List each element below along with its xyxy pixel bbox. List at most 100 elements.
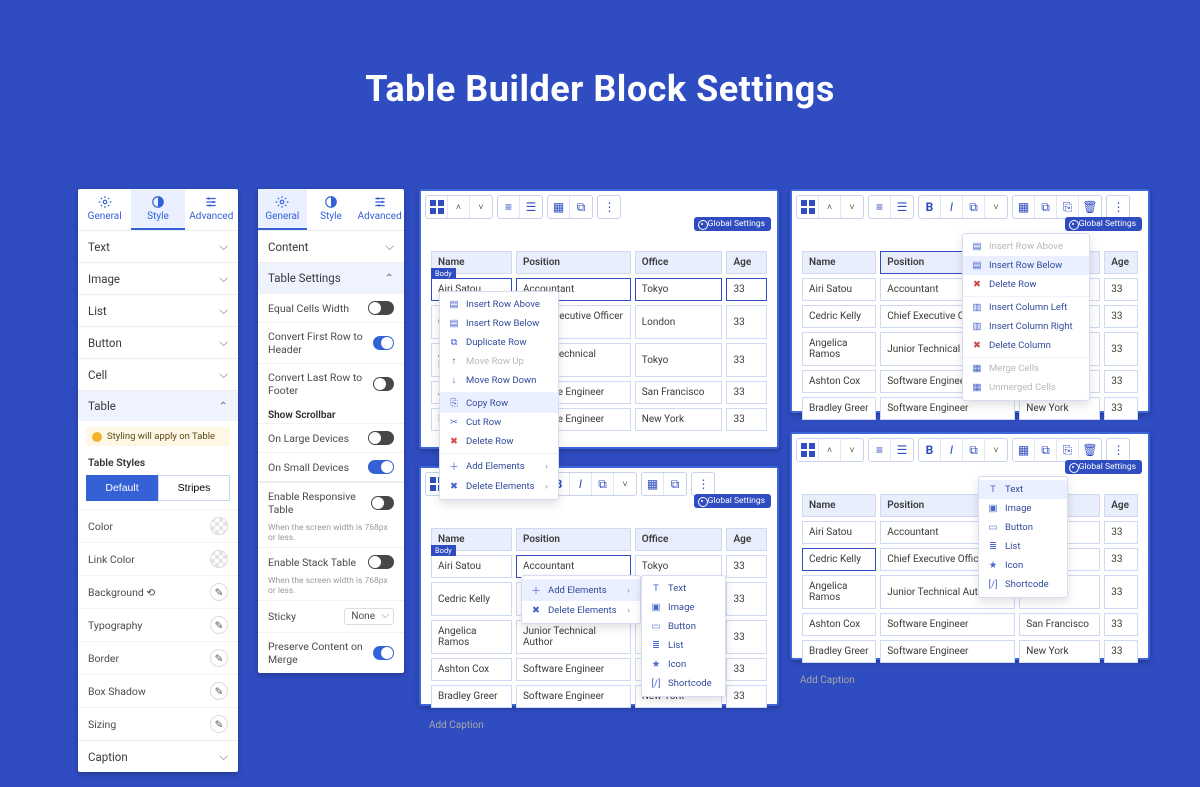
menu-item[interactable]: TText (642, 579, 725, 598)
table-cell[interactable]: 33 (726, 408, 767, 431)
insert-table-icon[interactable]: ▦ (1013, 439, 1035, 461)
table-cell[interactable]: London (635, 305, 723, 339)
chevron-down-icon[interactable]: ˅ (841, 196, 863, 218)
color-swatch-icon[interactable] (210, 517, 228, 535)
link-icon[interactable]: ⧉ (592, 473, 614, 495)
menu-item[interactable]: ▤Insert Row Below (963, 256, 1089, 275)
caption-placeholder[interactable]: Add Caption (792, 671, 1148, 692)
table-cell[interactable]: Airi Satou (802, 278, 876, 301)
edit-icon[interactable]: ✎ (210, 616, 228, 634)
menu-item[interactable]: ★Icon (979, 556, 1067, 575)
more-icon[interactable]: ⋮ (1107, 439, 1129, 461)
tab-style[interactable]: Style (131, 189, 184, 230)
link-icon[interactable]: ⧉ (963, 196, 985, 218)
prop-link-color[interactable]: Link Color (78, 542, 238, 575)
menu-item[interactable]: ▭Button (642, 617, 725, 636)
section-caption[interactable]: Caption⌵ (78, 740, 238, 772)
menu-item[interactable]: ✖Delete Row (963, 275, 1089, 294)
tab-general[interactable]: General (78, 189, 131, 230)
more-icon[interactable]: ⋮ (692, 473, 714, 495)
table-header[interactable]: Office (635, 251, 723, 274)
section-cell[interactable]: Cell⌵ (78, 358, 238, 390)
more-icon[interactable]: ⋮ (598, 196, 620, 218)
menu-item[interactable]: ▥Insert Column Left (963, 296, 1089, 317)
section-table-settings[interactable]: Table Settings⌃ (258, 262, 404, 293)
toggle-icon[interactable] (368, 460, 394, 474)
sticky-select-row[interactable]: StickyNone (258, 600, 404, 632)
table-cell[interactable]: Software Engineer (516, 685, 631, 708)
section-table[interactable]: Table⌃ (78, 390, 238, 421)
toggle-icon[interactable] (373, 377, 394, 391)
menu-item[interactable]: ✂Cut Row (440, 413, 558, 432)
italic-icon[interactable]: I (941, 196, 963, 218)
table-cell[interactable]: Angelica Ramos (802, 332, 876, 366)
delete-icon[interactable]: 🗑 (1079, 196, 1101, 218)
chevron-down-icon[interactable]: ˅ (841, 439, 863, 461)
table-cell[interactable]: 33 (1104, 521, 1138, 544)
edit-icon[interactable]: ✎ (210, 682, 228, 700)
duplicate-icon[interactable]: ⧉ (570, 196, 592, 218)
table-cell[interactable]: Software Engineer (880, 640, 1015, 663)
table-header[interactable]: Age (726, 528, 767, 551)
align-center-icon[interactable]: ☰ (891, 439, 913, 461)
table-cell[interactable]: Junior Technical Author (516, 620, 631, 654)
toggle-icon[interactable] (373, 646, 394, 660)
table-cell[interactable]: 33 (726, 582, 767, 616)
table-cell[interactable]: 33 (726, 658, 767, 681)
table-cell[interactable]: 33 (726, 305, 767, 339)
bold-icon[interactable]: B (919, 196, 941, 218)
menu-item[interactable]: ▥Insert Column Right (963, 317, 1089, 336)
toggle-last-row-footer[interactable]: Convert Last Row to Footer (258, 363, 404, 404)
tab-advanced[interactable]: Advanced (355, 189, 404, 230)
toggle-scroll-small[interactable]: On Small Devices (258, 452, 404, 481)
delete-icon[interactable]: 🗑 (1079, 439, 1101, 461)
table-cell[interactable]: BodyAiri Satou (431, 555, 512, 578)
menu-item[interactable]: ≣List (642, 636, 725, 655)
table-header[interactable]: Name (802, 494, 876, 517)
chevron-down-icon[interactable]: ˅ (470, 196, 492, 218)
table-cell[interactable]: Software Engineer (516, 658, 631, 681)
menu-item[interactable]: ⎘Copy Row (440, 392, 558, 413)
table-cell[interactable]: New York (1019, 640, 1100, 663)
table-header[interactable]: Age (1104, 494, 1138, 517)
menu-item[interactable]: ▣Image (979, 499, 1067, 518)
duplicate-icon[interactable]: ⧉ (1035, 196, 1057, 218)
menu-item[interactable]: [/]Shortcode (642, 674, 725, 693)
table-cell[interactable]: San Francisco (635, 381, 723, 404)
table-cell[interactable]: Bradley Greer (802, 640, 876, 663)
menu-item[interactable]: ＋Add Elements› (440, 453, 558, 477)
section-image[interactable]: Image⌵ (78, 262, 238, 294)
chevron-up-icon[interactable]: ˄ (819, 196, 841, 218)
style-stripes-button[interactable]: Stripes (158, 475, 230, 501)
toggle-scroll-large[interactable]: On Large Devices (258, 423, 404, 452)
table-cell[interactable]: Airi Satou (802, 521, 876, 544)
menu-item[interactable]: ⧉Duplicate Row (440, 333, 558, 352)
prop-box-shadow[interactable]: Box Shadow✎ (78, 674, 238, 707)
table-header[interactable]: Position (516, 251, 631, 274)
toggle-icon[interactable] (371, 496, 394, 510)
duplicate-icon[interactable]: ⧉ (664, 473, 686, 495)
toggle-preserve-merge[interactable]: Preserve Content on Merge (258, 632, 404, 673)
table-cell[interactable]: 33 (726, 278, 767, 301)
table-cell[interactable]: Ashton Cox (802, 613, 876, 636)
italic-icon[interactable]: I (570, 473, 592, 495)
table-header[interactable]: Position (516, 528, 631, 551)
menu-item[interactable]: ≣List (979, 537, 1067, 556)
insert-table-icon[interactable]: ▦ (642, 473, 664, 495)
global-settings-chip[interactable]: Global Settings (1065, 217, 1142, 231)
prop-background[interactable]: Background ⟲✎ (78, 575, 238, 608)
menu-item[interactable]: ＋Add Elements› (522, 579, 640, 601)
table-icon[interactable] (426, 196, 448, 218)
tab-style[interactable]: Style (307, 189, 356, 230)
table-cell[interactable]: Angelica Ramos (802, 575, 876, 609)
chevron-down-icon[interactable]: ˅ (614, 473, 636, 495)
menu-item[interactable]: ✖Delete Column (963, 336, 1089, 355)
table-cell[interactable]: Angelica Ramos (431, 620, 512, 654)
sticky-select[interactable]: None (344, 608, 394, 625)
align-left-icon[interactable]: ≡ (498, 196, 520, 218)
more-icon[interactable]: ⋮ (1107, 196, 1129, 218)
table-header[interactable]: Name (802, 251, 876, 274)
chevron-up-icon[interactable]: ˄ (819, 439, 841, 461)
table-cell[interactable]: 33 (726, 381, 767, 404)
table-cell[interactable]: Software Engineer (880, 613, 1015, 636)
